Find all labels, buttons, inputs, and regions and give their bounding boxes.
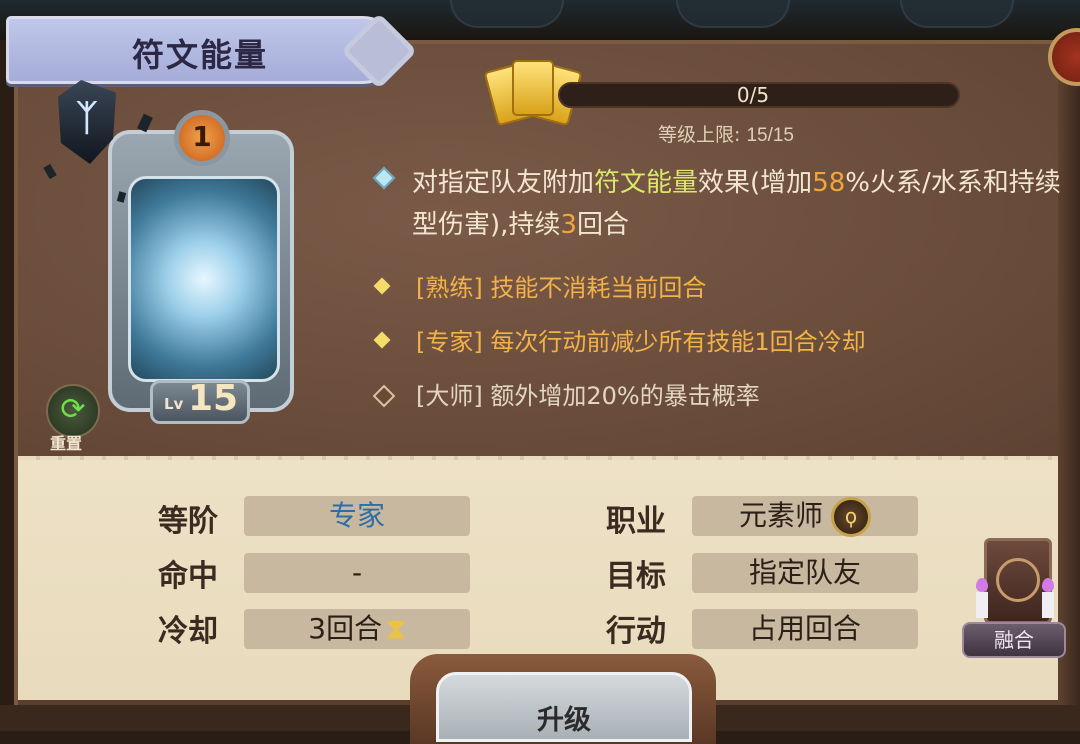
stat-label-action: 行动 (606, 614, 666, 649)
desc-effect-name: 符文能量 (594, 168, 699, 198)
perk-text: 额外增加20%的暴击概率 (490, 382, 760, 410)
candle-icon (976, 592, 988, 618)
fusion-button[interactable]: 融合 (962, 622, 1066, 658)
background-slot-decoration (900, 0, 1014, 28)
perk-tag: [专家] (416, 328, 483, 356)
desc-text: 回合 (576, 210, 629, 240)
progress-text: 0/5 (736, 83, 770, 107)
stat-value-class: 元素师 ϙ (692, 496, 918, 537)
perk-text: 技能不消耗当前回合 (490, 274, 707, 302)
skill-rank-badge: 1 (174, 110, 230, 166)
elementalist-staff-icon: ϙ (831, 497, 871, 537)
stat-value-hit: - (244, 553, 470, 593)
page-title: 符文能量 (132, 36, 269, 74)
class-text: 元素师 (738, 499, 823, 532)
background-slot-decoration (450, 0, 564, 28)
level-cap-label: 等级上限: (658, 124, 747, 146)
stat-value-rank: 专家 (244, 496, 470, 536)
candle-flame-icon (976, 578, 988, 592)
perk-tag: [熟练] (416, 274, 483, 302)
skill-description: 对指定队友附加符文能量效果(增加58%火系/水系和持续型伤害),持续3回合 (412, 162, 1072, 246)
level-prefix: Lv (164, 395, 184, 413)
stat-label-target: 目标 (606, 559, 666, 594)
stat-label-hit: 命中 (158, 559, 218, 594)
stat-label-rank: 等阶 (158, 504, 218, 539)
skill-level: 15 (188, 378, 239, 419)
perk-master: [大师] 额外增加20%的暴击概率 (416, 376, 760, 411)
title-ribbon: 符文能量 (0, 6, 418, 90)
stat-value-action: 占用回合 (692, 609, 918, 649)
reset-label: 重置 (50, 434, 83, 453)
perk-tag: [大师] (416, 382, 483, 410)
candle-flame-icon (1042, 578, 1054, 592)
hourglass-icon: ⧗ (386, 612, 406, 645)
upgrade-button-label[interactable]: 升级 (436, 698, 692, 737)
level-cap: 等级上限: 15/15 (658, 120, 794, 147)
cooldown-text: 3回合 (308, 612, 383, 645)
refresh-icon: ⟳ (60, 392, 86, 427)
background-slot-decoration (676, 0, 790, 28)
skill-card (108, 130, 294, 412)
stat-value-cooldown: 3回合 ⧗ (244, 609, 470, 649)
stat-label-class: 职业 (606, 504, 666, 539)
candle-icon (1042, 592, 1054, 618)
fusion-sigil-icon (996, 558, 1040, 602)
desc-duration-value: 3 (560, 210, 577, 240)
level-cap-value: 15/15 (746, 125, 794, 146)
desc-text: 对指定队友附加 (412, 168, 595, 198)
perk-text: 每次行动前减少所有技能1回合冷却 (490, 328, 866, 356)
stat-label-cooldown: 冷却 (158, 614, 218, 649)
perk-expert: [专家] 每次行动前减少所有技能1回合冷却 (416, 322, 866, 357)
skill-art (128, 176, 280, 382)
stat-value-target: 指定队友 (692, 553, 918, 593)
card-front-icon (512, 60, 554, 116)
perk-proficient: [熟练] 技能不消耗当前回合 (416, 268, 706, 303)
rune-glyph: ᛉ (76, 98, 98, 139)
desc-bonus-value: 58 (812, 168, 846, 198)
desc-text: 效果(增加 (698, 168, 813, 198)
